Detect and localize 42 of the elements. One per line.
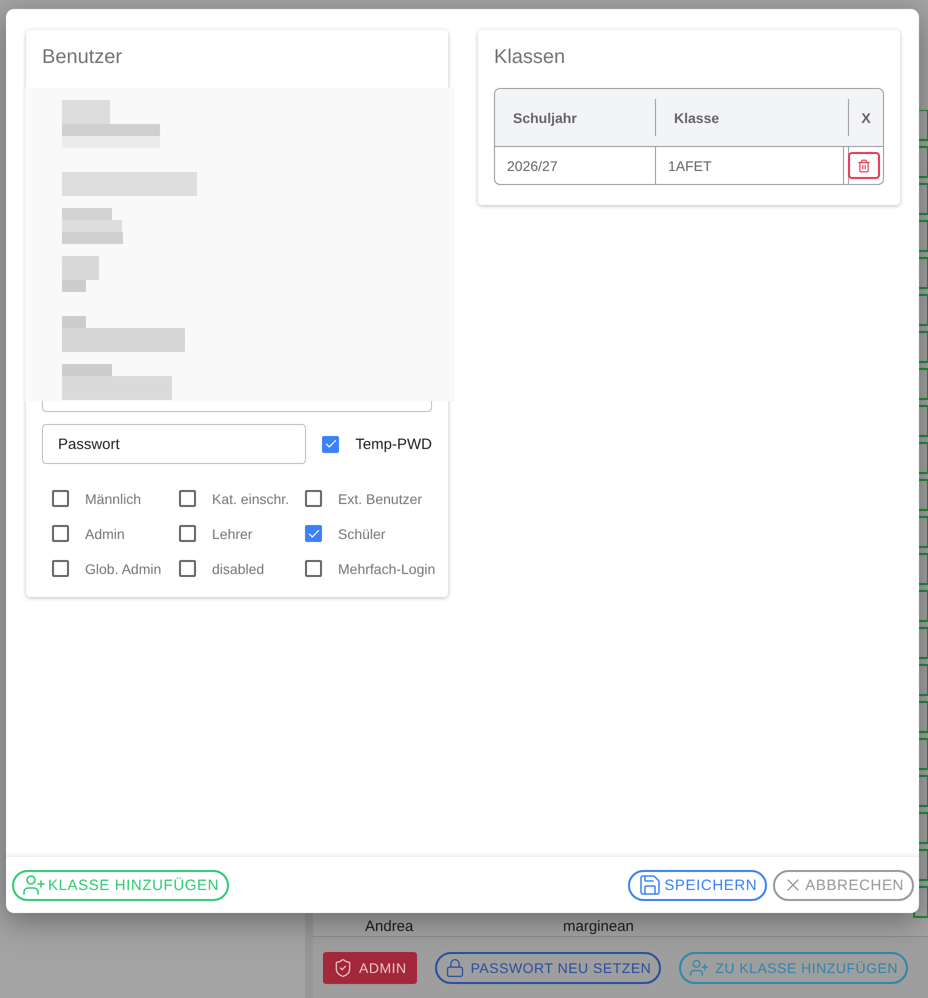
column-header: X <box>849 89 883 147</box>
text-field[interactable] <box>42 401 432 412</box>
checkbox-label: Ext. Benutzer <box>338 490 422 506</box>
lock-icon <box>444 958 465 978</box>
checkbox-label: Mehrfach-Login <box>338 560 436 576</box>
checkbox-label: Männlich <box>85 490 142 506</box>
checkbox[interactable] <box>305 525 322 542</box>
checkbox[interactable] <box>179 560 196 577</box>
column-header: Klasse <box>656 89 849 147</box>
checkbox-label: Admin <box>85 526 125 542</box>
card-title: Klassen <box>494 45 566 70</box>
add-class-button[interactable]: KLASSE HINZUFÜGEN <box>12 870 230 900</box>
checkbox-label: Lehrer <box>212 526 252 542</box>
checkbox-label: Temp-PWD <box>355 436 432 452</box>
user-plus-icon <box>689 958 710 978</box>
card-title: Benutzer <box>42 45 124 70</box>
checkbox[interactable] <box>52 490 69 507</box>
checkbox[interactable] <box>305 490 322 507</box>
table-cell-text: Andrea <box>365 918 414 936</box>
checkbox[interactable] <box>305 560 322 577</box>
save-button[interactable]: SPEICHERN <box>628 870 768 900</box>
checkbox-label: disabled <box>212 560 264 576</box>
checkbox[interactable] <box>52 560 69 577</box>
action-button[interactable]: ADMIN <box>323 952 417 984</box>
action-button[interactable]: PASSWORT NEU SETZEN <box>434 952 662 984</box>
table-cell-text: marginean <box>563 918 635 936</box>
table-cell: 2026/27 <box>495 147 656 184</box>
password-field[interactable]: Passwort <box>42 424 306 464</box>
checkbox[interactable] <box>322 436 340 452</box>
delete-button[interactable] <box>848 152 880 179</box>
checkbox[interactable] <box>179 490 196 507</box>
user-plus-icon <box>22 873 46 897</box>
checkbox[interactable] <box>179 525 196 542</box>
checkbox-label: Glob. Admin <box>85 560 162 576</box>
checkbox-label: Kat. einschr. <box>212 490 290 506</box>
checkbox[interactable] <box>52 525 69 542</box>
action-button[interactable]: ZU KLASSE HINZUFÜGEN <box>679 952 908 984</box>
cancel-button[interactable]: ABBRECHEN <box>773 870 914 900</box>
checkbox-label: Schüler <box>338 526 386 542</box>
trash-icon <box>856 158 870 172</box>
column-header: Schuljahr <box>495 89 656 147</box>
shield-check-icon <box>333 958 353 978</box>
